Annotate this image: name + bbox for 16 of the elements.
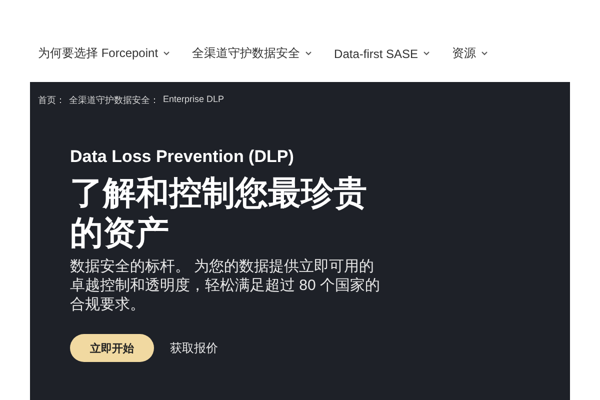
nav-menu-item[interactable]: 全渠道守护数据安全 [192,45,312,62]
breadcrumb-link[interactable]: Enterprise DLP [163,94,224,107]
chevron-down-icon [305,51,312,56]
chevron-down-icon [481,51,488,56]
quote-link[interactable]: 获取报价 [170,340,218,356]
hero-headline: 了解和控制您最珍贵的资产 [70,173,368,253]
chevron-down-icon [163,51,170,56]
nav-menu-item[interactable]: 资源 [452,45,488,62]
hero-description: 数据安全的标杆。 为您的数据提供立即可用的卓越控制和透明度，轻松满足超过 80 个国家的合规要求。 [70,257,382,314]
breadcrumb-link[interactable]: 全渠道守护数据安全： [69,94,159,107]
nav-menu-item[interactable]: Data-first SASE [334,46,430,60]
breadcrumb-link[interactable]: 首页： [38,94,65,107]
nav-menu-item[interactable]: 为何要选择 Forcepoint [38,45,170,62]
chevron-down-icon [423,51,430,56]
start-button[interactable]: 立即开始 [70,334,154,362]
hero-eyebrow: Data Loss Prevention (DLP) [70,147,295,167]
